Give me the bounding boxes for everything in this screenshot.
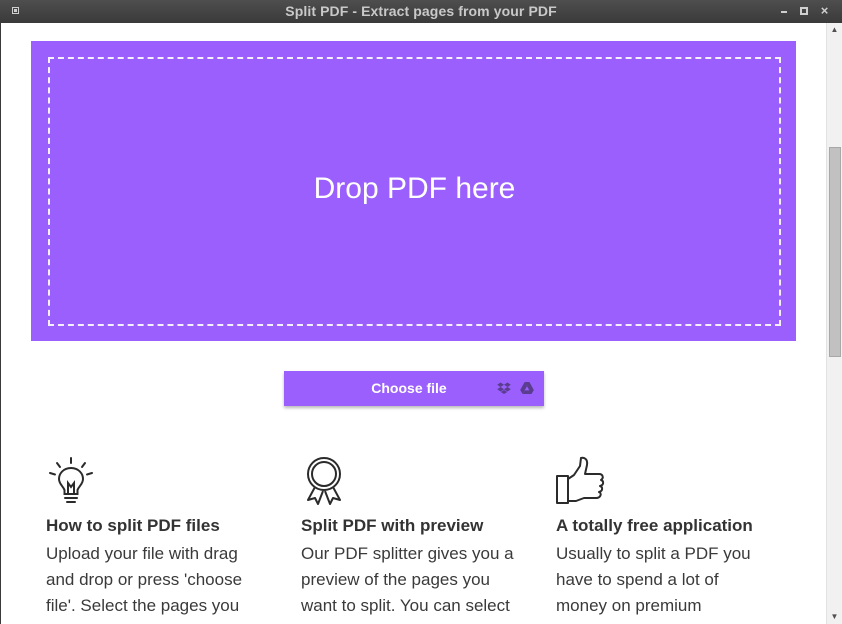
window-titlebar: Split PDF - Extract pages from your PDF … xyxy=(0,0,842,23)
page-content: Drop PDF here Choose file How to split P… xyxy=(1,23,826,623)
feature-title: Split PDF with preview xyxy=(301,516,484,535)
feature-free-application: A totally free application Usually to sp… xyxy=(556,455,771,623)
thumbs-up-icon xyxy=(556,456,605,504)
minimize-icon[interactable] xyxy=(780,6,789,15)
award-ribbon-icon xyxy=(307,457,341,505)
window-title: Split PDF - Extract pages from your PDF xyxy=(285,3,557,19)
google-drive-icon[interactable] xyxy=(520,381,534,395)
feature-how-to-split: How to split PDF files Upload your file … xyxy=(46,455,261,623)
lightbulb-icon xyxy=(49,457,93,503)
feature-title: How to split PDF files xyxy=(46,516,220,535)
vertical-scrollbar[interactable]: ▲ ▼ xyxy=(826,23,842,624)
maximize-icon[interactable] xyxy=(800,7,808,15)
feature-split-preview: Split PDF with preview Our PDF splitter … xyxy=(301,455,516,623)
scroll-down-arrow-icon[interactable]: ▼ xyxy=(827,610,842,624)
scroll-up-arrow-icon[interactable]: ▲ xyxy=(827,23,842,37)
pdf-dropzone[interactable]: Drop PDF here xyxy=(31,41,796,341)
choose-file-button[interactable]: Choose file xyxy=(284,371,544,406)
scrollbar-thumb[interactable] xyxy=(829,147,841,357)
dropzone-label: Drop PDF here xyxy=(313,171,516,205)
dropbox-icon[interactable] xyxy=(497,381,511,395)
feature-title: A totally free application xyxy=(556,516,753,535)
feature-text: Our PDF splitter gives you a preview of … xyxy=(301,544,514,623)
dropzone-dashed-border[interactable]: Drop PDF here xyxy=(48,57,781,326)
feature-text: Upload your file with drag and drop or p… xyxy=(46,544,243,623)
close-icon[interactable]: × xyxy=(820,4,829,17)
feature-text: Usually to split a PDF you have to spend… xyxy=(556,544,751,623)
